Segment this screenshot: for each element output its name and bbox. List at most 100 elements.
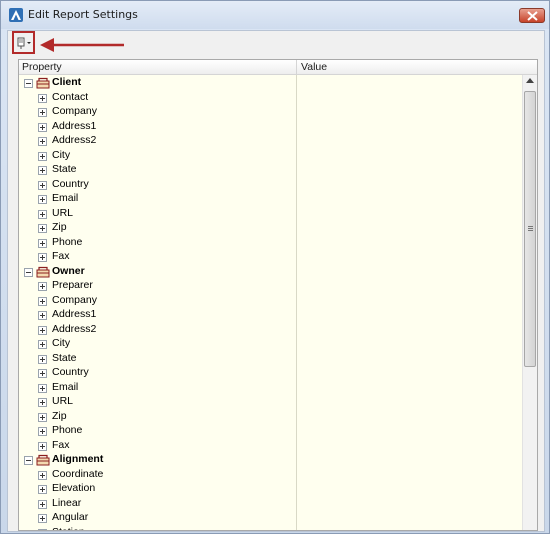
column-separator[interactable] — [296, 60, 297, 75]
expand-icon[interactable] — [38, 528, 47, 530]
expand-icon[interactable] — [38, 296, 47, 306]
tree-item-label: Fax — [52, 438, 70, 451]
tree-item-label: Email — [52, 192, 79, 204]
tree-item[interactable]: Address2 — [19, 323, 519, 338]
category-folder-icon — [36, 454, 50, 466]
tree-item[interactable]: Preparer — [19, 279, 519, 294]
expand-icon[interactable] — [38, 93, 47, 103]
tree-item[interactable]: City — [19, 337, 519, 352]
tree-item[interactable]: Address1 — [19, 120, 519, 135]
tree-group-label: Client — [52, 76, 82, 88]
tree-item[interactable]: State — [19, 352, 519, 367]
tree-item-label: Email — [52, 380, 79, 393]
collapse-icon[interactable] — [24, 267, 33, 277]
tree-item-label: Preparer — [52, 279, 93, 291]
tree-item[interactable]: Phone — [19, 236, 519, 251]
tree-item-label: State — [52, 351, 77, 364]
expand-icon[interactable] — [38, 470, 47, 480]
tree-item-label: Station — [52, 526, 85, 531]
tree-item[interactable]: Email — [19, 192, 519, 207]
tree-item[interactable]: URL — [19, 207, 519, 222]
tree-item[interactable]: Country — [19, 178, 519, 193]
close-button[interactable] — [519, 8, 545, 23]
tree-item-label: Coordinate — [52, 467, 104, 480]
expand-icon[interactable] — [38, 224, 47, 233]
title-bar[interactable]: Edit Report Settings — [1, 1, 549, 29]
expand-icon[interactable] — [38, 383, 47, 393]
tree-item-label: Phone — [52, 235, 83, 248]
tree-item[interactable]: Station — [19, 526, 519, 531]
expand-icon[interactable] — [38, 108, 47, 117]
tree-item[interactable]: Fax — [19, 250, 519, 265]
tree-item-label: Address2 — [52, 134, 97, 146]
toolbar-highlight-box — [12, 31, 35, 54]
expand-icon[interactable] — [38, 122, 47, 132]
tree-item[interactable]: Linear — [19, 497, 519, 512]
expand-icon[interactable] — [38, 166, 47, 175]
expand-icon[interactable] — [38, 195, 47, 204]
expand-icon[interactable] — [38, 499, 47, 509]
expand-icon[interactable] — [38, 180, 47, 190]
expand-icon[interactable] — [38, 412, 47, 422]
tree-item[interactable]: Country — [19, 366, 519, 381]
tree-item[interactable]: State — [19, 163, 519, 178]
vertical-scrollbar[interactable] — [522, 75, 537, 530]
tree-item-label: Zip — [52, 409, 67, 422]
expand-icon[interactable] — [38, 282, 47, 291]
thumb-grip — [528, 226, 533, 227]
tree-item[interactable]: Contact — [19, 91, 519, 106]
tree-item[interactable]: Zip — [19, 221, 519, 236]
tree-item-label: Angular — [52, 511, 89, 523]
tree-item[interactable]: Angular — [19, 511, 519, 526]
expand-icon[interactable] — [38, 485, 47, 494]
tree-group-client[interactable]: Client — [19, 76, 519, 91]
window-title: Edit Report Settings — [28, 8, 138, 21]
collapse-icon[interactable] — [24, 79, 33, 88]
column-header-property[interactable]: Property — [22, 61, 62, 73]
tree-group-owner[interactable]: Owner — [19, 265, 519, 280]
close-icon — [527, 11, 538, 21]
tree-item[interactable]: Company — [19, 105, 519, 120]
tree-item[interactable]: Address2 — [19, 134, 519, 149]
expand-icon[interactable] — [38, 441, 47, 451]
category-folder-icon — [36, 77, 50, 89]
tree-item[interactable]: City — [19, 149, 519, 164]
expand-icon[interactable] — [38, 427, 47, 436]
expand-icon[interactable] — [38, 209, 47, 219]
tree-item[interactable]: Zip — [19, 410, 519, 425]
tree-item-label: Fax — [52, 250, 70, 262]
tree-item-label: Phone — [52, 424, 83, 436]
tree-group-label: Alignment — [52, 453, 104, 465]
tree-item-label: Company — [52, 105, 97, 117]
scroll-up-arrow-icon[interactable] — [526, 78, 534, 83]
tree-group-label: Owner — [52, 264, 85, 277]
tree-item[interactable]: Elevation — [19, 482, 519, 497]
expand-icon[interactable] — [38, 137, 47, 146]
expand-icon[interactable] — [38, 151, 47, 161]
edit-report-settings-window: Edit Report Settings Property Value Clie… — [0, 0, 550, 534]
expand-icon[interactable] — [38, 238, 47, 248]
expand-icon[interactable] — [38, 354, 47, 364]
tree-item[interactable]: Coordinate — [19, 468, 519, 483]
collapse-icon[interactable] — [24, 456, 33, 465]
tree-item[interactable]: Address1 — [19, 308, 519, 323]
tree-item-label: URL — [52, 395, 74, 407]
tree-item[interactable]: Phone — [19, 424, 519, 439]
tree-item[interactable]: URL — [19, 395, 519, 410]
property-tree: Client Contact Company Address1 Address2 City… — [19, 76, 519, 531]
app-icon — [9, 8, 23, 22]
expand-icon[interactable] — [38, 325, 47, 335]
expand-icon[interactable] — [38, 311, 47, 320]
tree-item[interactable]: Fax — [19, 439, 519, 454]
expand-icon[interactable] — [38, 398, 47, 407]
expand-icon[interactable] — [38, 253, 47, 262]
tree-item-label: URL — [52, 206, 74, 219]
column-header-value[interactable]: Value — [301, 61, 327, 73]
expand-icon[interactable] — [38, 340, 47, 349]
tree-item[interactable]: Company — [19, 294, 519, 309]
scrollbar-thumb[interactable] — [524, 91, 536, 367]
expand-icon[interactable] — [38, 369, 47, 378]
tree-group-alignment[interactable]: Alignment — [19, 453, 519, 468]
tree-item[interactable]: Email — [19, 381, 519, 396]
expand-icon[interactable] — [38, 514, 47, 523]
